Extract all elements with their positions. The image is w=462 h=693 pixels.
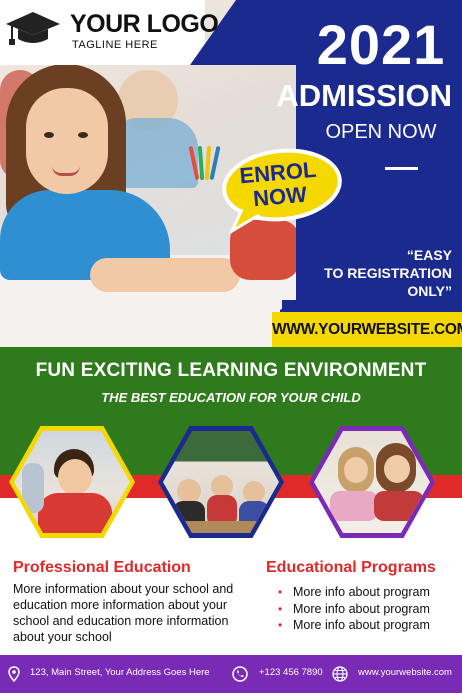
globe-icon: [332, 666, 348, 682]
divider: [385, 167, 418, 170]
enrol-now-button[interactable]: ENROL NOW: [218, 156, 340, 214]
banner-headline: FUN EXCITING LEARNING ENVIRONMENT: [35, 360, 427, 381]
footer-address: 123, Main Street, Your Address Goes Here: [30, 667, 210, 678]
open-now: OPEN NOW: [325, 121, 437, 143]
location-pin-icon: [8, 666, 20, 682]
banner-subheadline: THE BEST EDUCATION FOR YOUR CHILD: [101, 390, 361, 405]
list-item: More info about program: [278, 601, 430, 618]
admission-title: ADMISSION: [276, 78, 452, 113]
year: 2021: [316, 13, 446, 76]
quote-line-2: TO REGISTRATION: [324, 265, 452, 281]
hero-website[interactable]: WWW.YOURWEBSITE.COM: [272, 312, 462, 347]
quote-line-3: ONLY”: [407, 283, 452, 299]
phone-icon: [232, 666, 248, 682]
logo-name: YOUR LOGO: [70, 10, 219, 38]
boy-photo: [9, 426, 135, 538]
list-item: More info about program: [278, 617, 430, 634]
professional-text: More information about your school and e…: [13, 582, 234, 644]
quote-line-1: “EASY: [406, 247, 452, 263]
footer-website[interactable]: www.yourwebsite.com: [358, 667, 452, 678]
classroom-photo: [158, 426, 284, 538]
logo-tagline: TAGLINE HERE: [72, 39, 158, 51]
graduation-cap-icon: [6, 12, 60, 45]
programs-list: More info about program More info about …: [278, 584, 430, 634]
professional-title: Professional Education: [13, 559, 191, 576]
registration-quote: “EASY TO REGISTRATION ONLY”: [300, 246, 452, 300]
programs-title: Educational Programs: [266, 559, 436, 576]
girls-photo: [309, 426, 435, 538]
list-item: More info about program: [278, 584, 430, 601]
footer-phone[interactable]: +123 456 7890: [259, 667, 323, 678]
